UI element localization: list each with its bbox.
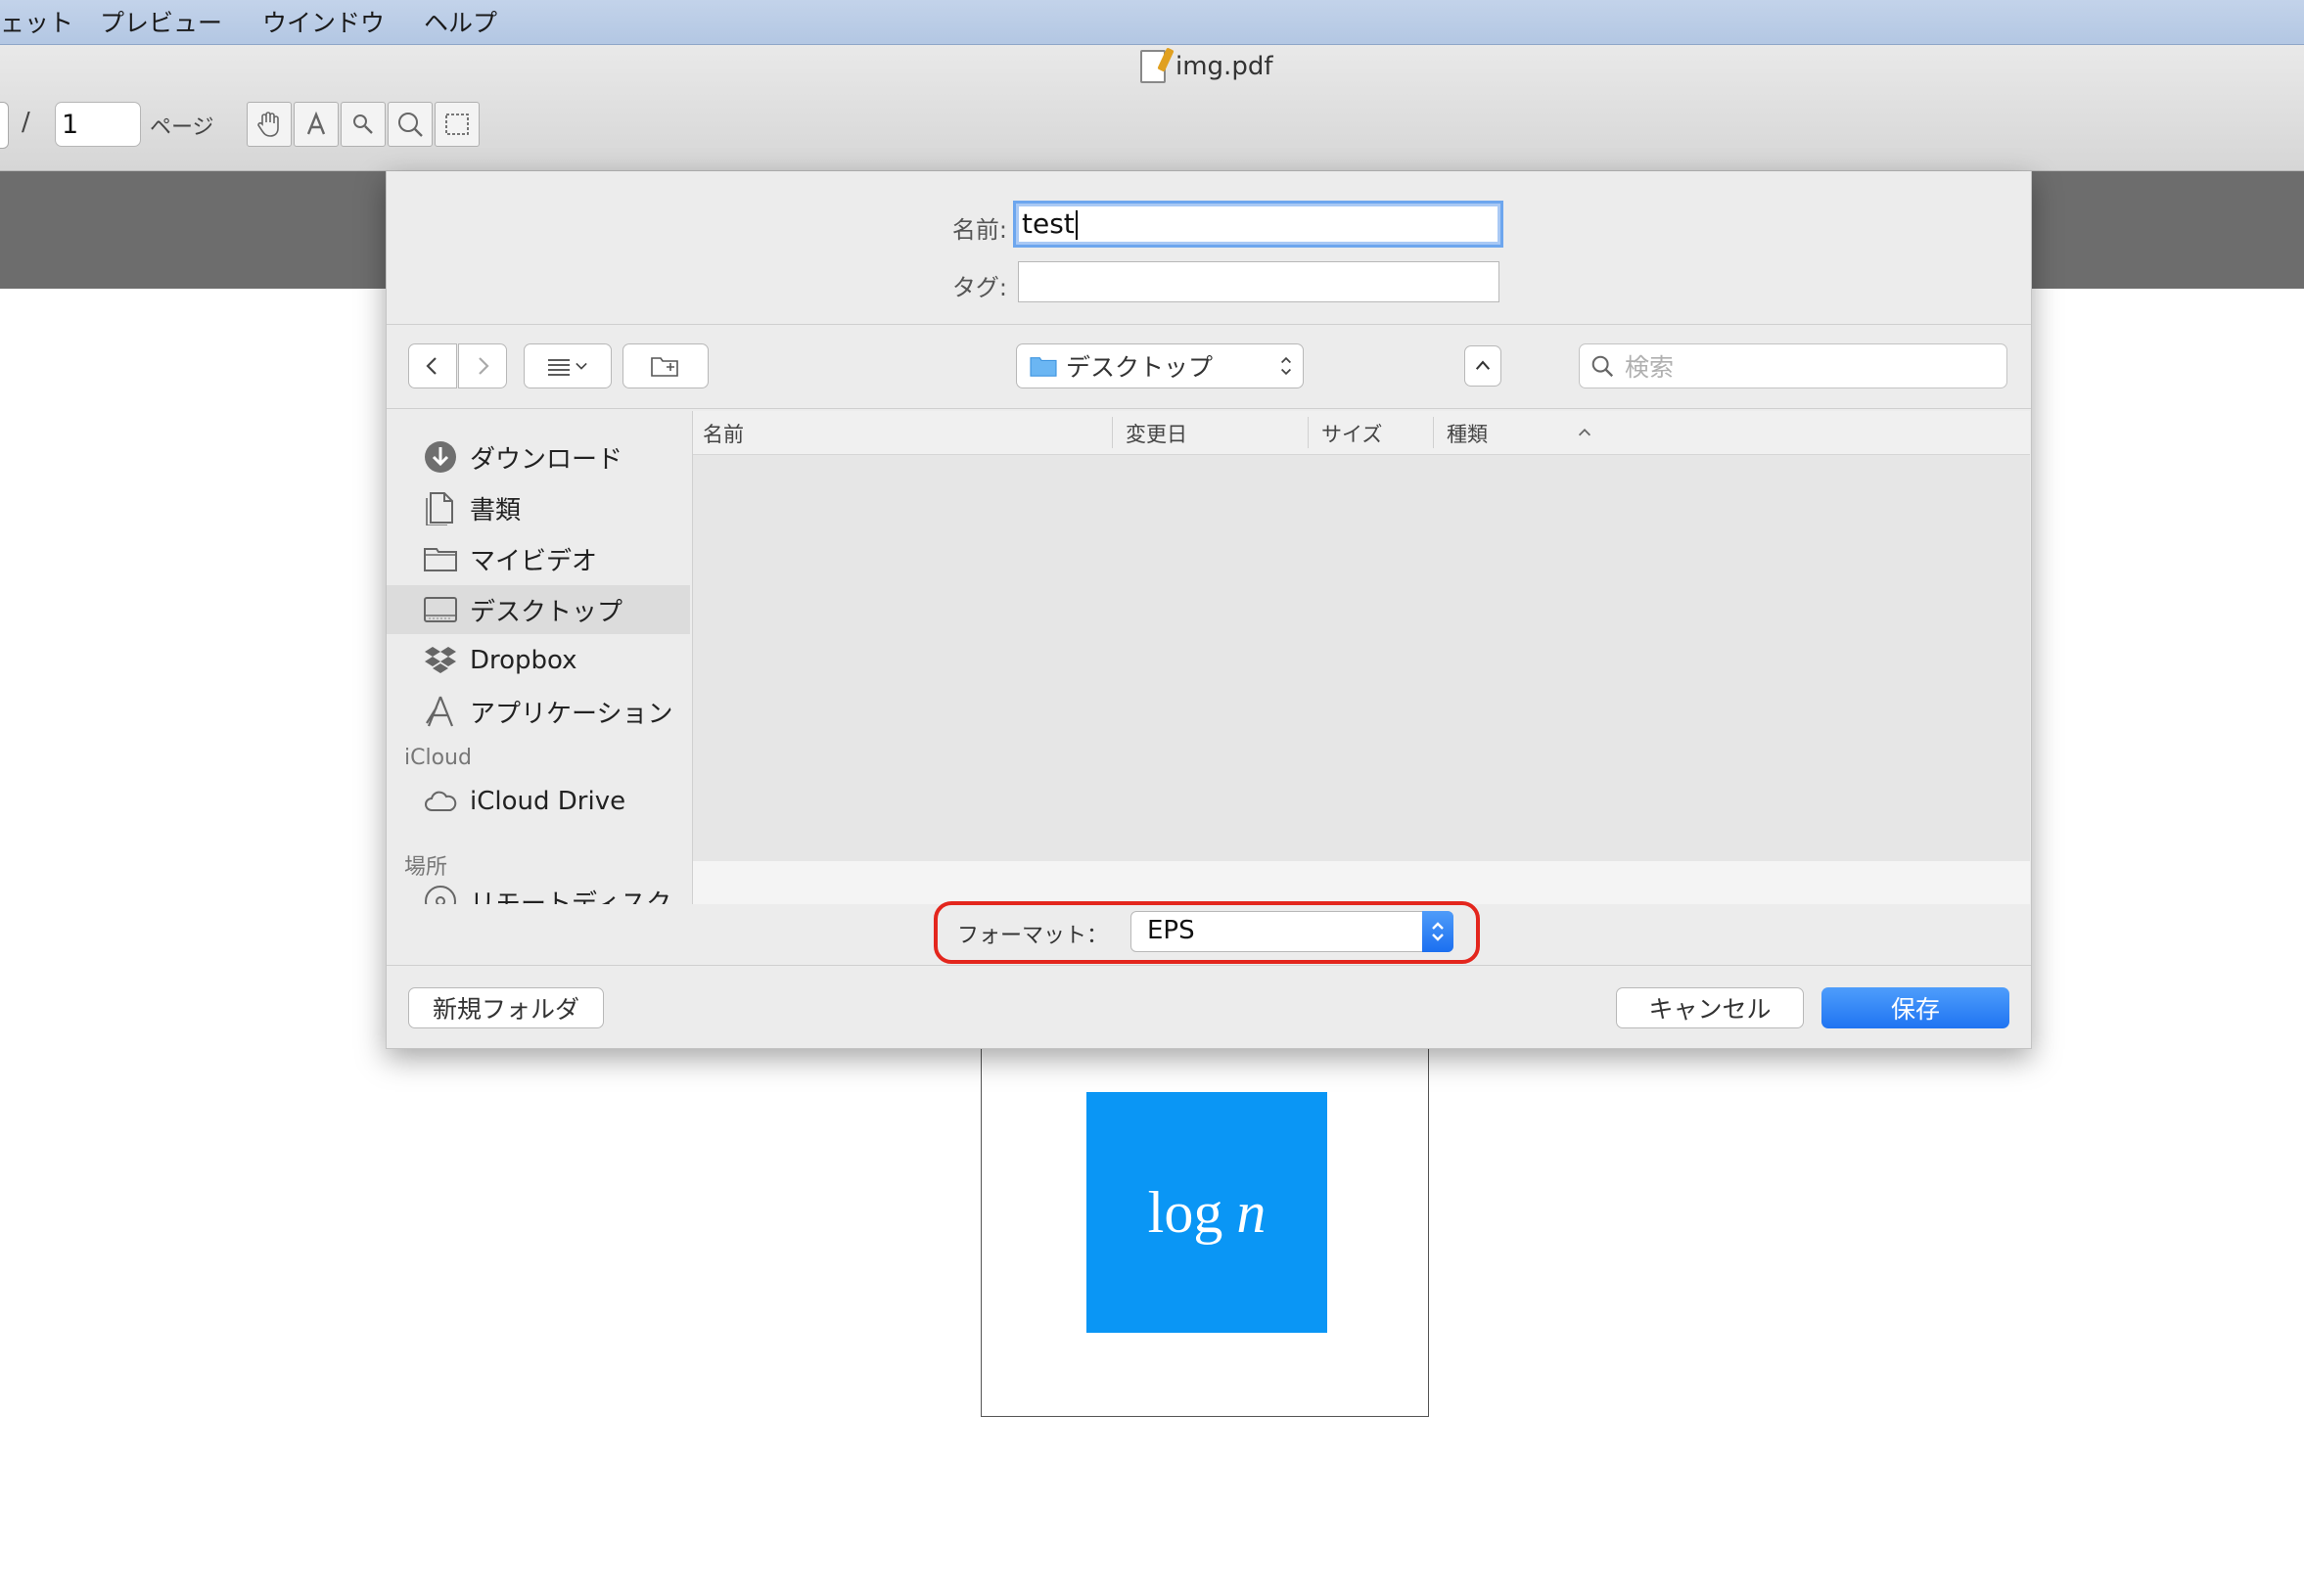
list-row-partial[interactable]	[693, 861, 2030, 904]
column-header-modified[interactable]: 変更日	[1126, 419, 1187, 448]
updown-arrows-icon	[1281, 356, 1291, 376]
desktop-icon	[424, 597, 457, 622]
sidebar-item-dropbox[interactable]: Dropbox	[387, 636, 690, 685]
expand-collapse-button[interactable]	[1464, 345, 1501, 387]
hand-tool-button[interactable]	[247, 102, 292, 147]
text-caret	[1075, 210, 1078, 240]
column-separator	[1308, 417, 1309, 448]
menu-item-help[interactable]: ヘルプ	[424, 4, 497, 39]
column-header-kind[interactable]: 種類	[1447, 419, 1488, 448]
window-title: img.pdf	[1140, 49, 1272, 84]
column-separator	[1112, 417, 1113, 448]
divider	[387, 324, 2031, 325]
sidebar-item-label: ダウンロード	[470, 444, 623, 475]
tags-field[interactable]	[1018, 261, 1499, 302]
math-figure: log n	[1086, 1092, 1327, 1333]
search-placeholder: 検索	[1625, 353, 1675, 382]
cancel-button[interactable]: キャンセル	[1616, 987, 1804, 1028]
math-var-text: n	[1236, 1179, 1267, 1245]
format-highlight-annotation	[934, 901, 1480, 964]
text-icon	[306, 111, 326, 135]
sidebar-item-label: リモートディスク	[470, 889, 672, 905]
sidebar-item-desktop[interactable]: デスクトップ	[387, 585, 690, 634]
magnifier-large-icon	[398, 113, 423, 137]
pdf-document-icon	[1140, 50, 1166, 83]
select-tool-button[interactable]	[435, 102, 480, 147]
magnifier-small-icon	[353, 114, 373, 134]
location-popup[interactable]: デスクトップ	[1016, 343, 1304, 388]
column-header-name[interactable]: 名前	[703, 419, 744, 448]
applications-icon	[426, 696, 454, 727]
sidebar-item-applications[interactable]: アプリケーション	[387, 687, 690, 736]
sort-ascending-icon	[1578, 429, 1591, 436]
sidebar: ダウンロード 書類 マイビデオ デスクトップ Dropbox アプリケーション …	[387, 411, 690, 904]
name-field-value: test	[1022, 207, 1075, 240]
divider	[387, 965, 2031, 966]
sidebar-item-label: iCloud Drive	[470, 787, 626, 816]
math-log-text: log	[1147, 1179, 1223, 1245]
page-separator: /	[22, 108, 30, 137]
chevron-right-icon	[479, 357, 489, 375]
sidebar-toggle-button[interactable]	[0, 102, 9, 149]
name-field[interactable]: test	[1013, 201, 1503, 248]
marquee-select-icon	[445, 114, 469, 135]
sidebar-item-downloads[interactable]: ダウンロード	[387, 433, 690, 481]
chevron-left-icon	[426, 357, 437, 375]
tags-label: タグ:	[951, 274, 1007, 301]
sidebar-item-label: 書類	[470, 495, 522, 525]
file-list-header: 名前 変更日 サイズ 種類	[693, 411, 2030, 455]
file-list[interactable]: 名前 変更日 サイズ 種類	[692, 411, 2030, 904]
sidebar-item-documents[interactable]: 書類	[387, 483, 690, 532]
menu-bar: ェット プレビュー ウインドウ ヘルプ	[0, 0, 2304, 45]
text-tool-button[interactable]	[294, 102, 339, 147]
zoom-out-button[interactable]	[341, 102, 386, 147]
back-button[interactable]	[408, 343, 457, 388]
location-label: デスクトップ	[1066, 353, 1214, 382]
sidebar-item-remote-disc[interactable]: リモートディスク	[387, 877, 690, 904]
tool-group	[247, 102, 482, 147]
column-separator	[1433, 417, 1434, 448]
sidebar-section-icloud: iCloud	[404, 746, 472, 770]
search-icon	[1591, 355, 1614, 378]
zoom-in-button[interactable]	[388, 102, 433, 147]
sidebar-item-label: Dropbox	[470, 646, 577, 675]
sidebar-item-label: デスクトップ	[470, 597, 623, 627]
forward-button[interactable]	[458, 343, 507, 388]
page-number-field[interactable]: 1	[55, 102, 141, 147]
view-options-button[interactable]	[524, 343, 612, 388]
save-button[interactable]: 保存	[1821, 987, 2009, 1028]
name-label: 名前:	[951, 216, 1007, 244]
sidebar-item-label: アプリケーション	[470, 699, 673, 729]
sidebar-item-icloud-drive[interactable]: iCloud Drive	[387, 777, 690, 826]
divider	[387, 408, 2031, 409]
page-label: ページ	[150, 115, 214, 140]
chevron-up-icon	[1475, 360, 1491, 370]
menu-item-window[interactable]: ウインドウ	[262, 4, 385, 39]
cloud-icon	[425, 791, 457, 811]
column-header-size[interactable]: サイズ	[1321, 419, 1382, 448]
chevron-down-icon	[576, 362, 587, 370]
new-folder-toolbar-button[interactable]	[622, 343, 709, 388]
download-icon	[425, 441, 456, 473]
menu-item-preview[interactable]: プレビュー	[100, 4, 222, 39]
menu-item-edit[interactable]: ェット	[0, 4, 73, 39]
disc-icon	[425, 886, 456, 904]
pdf-page: log n	[981, 1037, 1429, 1417]
folder-icon	[1030, 357, 1057, 377]
document-icon	[426, 492, 453, 525]
window-title-text: img.pdf	[1175, 52, 1273, 81]
save-dialog: 名前: test タグ: デスクトップ 検索 ダウンロード 書類 マイビデオ デ…	[386, 171, 2032, 1049]
new-folder-button[interactable]: 新規フォルダ	[408, 987, 604, 1028]
list-view-icon	[548, 359, 570, 376]
hand-icon	[257, 112, 279, 137]
folder-plus-icon	[651, 357, 678, 377]
folder-icon	[424, 548, 457, 571]
sidebar-item-myvideo[interactable]: マイビデオ	[387, 534, 690, 583]
sidebar-item-label: マイビデオ	[470, 546, 598, 576]
search-field[interactable]: 検索	[1579, 343, 2007, 388]
dropbox-icon	[425, 647, 456, 673]
